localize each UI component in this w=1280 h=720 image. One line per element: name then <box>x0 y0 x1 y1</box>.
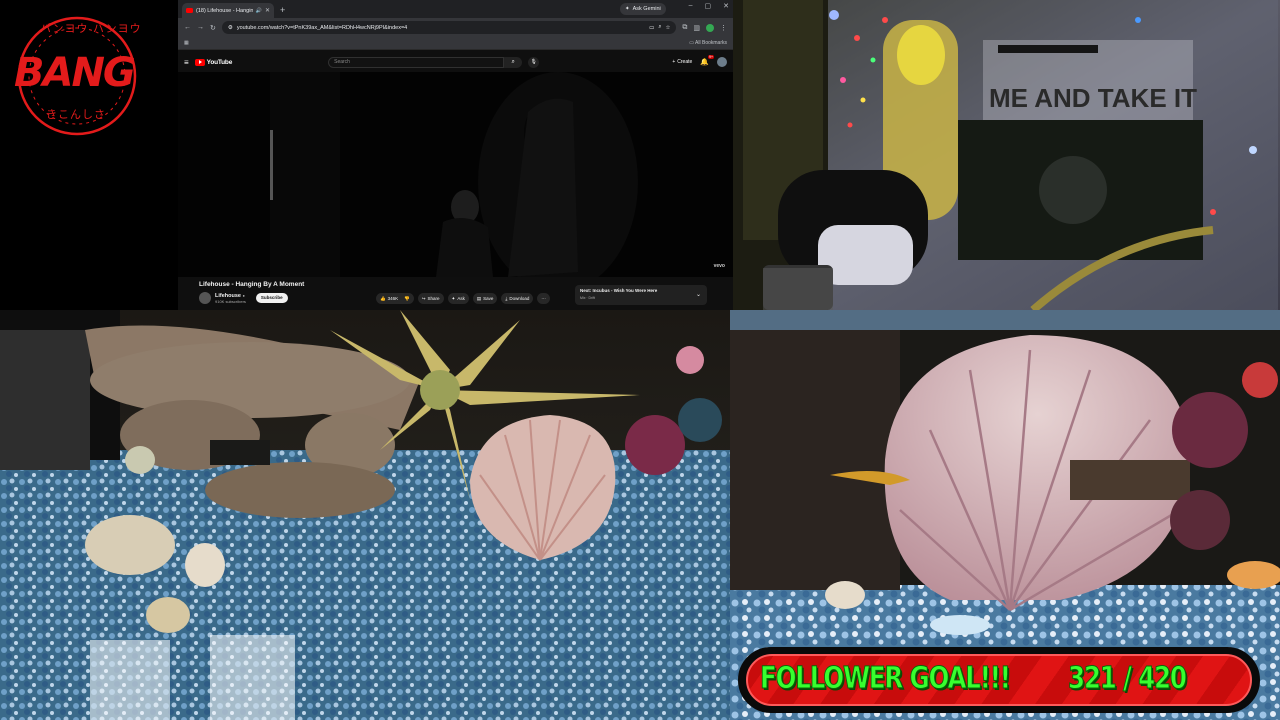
zoom-icon[interactable]: ⌕ <box>658 24 661 31</box>
more-actions-button[interactable]: ⋯ <box>537 293 550 304</box>
minimize-icon[interactable]: – <box>689 2 693 10</box>
like-button[interactable]: 👍 346K 👎 <box>376 293 414 304</box>
site-info-icon[interactable]: ⚙ <box>228 25 233 31</box>
sparkle-icon: ✦ <box>451 295 456 301</box>
url-text[interactable]: youtube.com/watch?v=tPnK39ax_AM&list=RDh… <box>237 25 645 31</box>
address-bar[interactable]: ⚙ youtube.com/watch?v=tPnK39ax_AM&list=R… <box>221 21 677 34</box>
vevo-watermark: vevo <box>713 263 725 269</box>
bell-icon: 🔔 <box>700 59 709 66</box>
create-button[interactable]: + Create <box>672 59 692 65</box>
like-count: 346K <box>387 296 399 301</box>
save-button[interactable]: ▤ Save <box>472 293 498 304</box>
close-tab-icon[interactable]: ✕ <box>265 7 270 14</box>
maximize-icon[interactable]: ▢ <box>705 2 712 10</box>
channel-avatar[interactable] <box>199 292 211 304</box>
close-window-icon[interactable]: ✕ <box>723 2 729 10</box>
goal-label: FOLLOWER GOAL!!! <box>760 661 1012 697</box>
flag-banner-text: ME AND TAKE IT <box>989 83 1197 113</box>
next-up-card[interactable]: Next: Incubus - Wish You Were Here Mix ·… <box>575 285 707 305</box>
browser-toolbar: ← → ↻ ⚙ youtube.com/watch?v=tPnK39ax_AM&… <box>178 18 733 37</box>
avatar[interactable] <box>717 57 727 67</box>
bookmarks-bar: ▦ ▭ All Bookmarks <box>178 37 733 50</box>
folder-icon: ▭ <box>689 40 694 46</box>
next-up-title: Next: Incubus - Wish You Were Here <box>580 288 658 293</box>
apps-grid-icon[interactable]: ▦ <box>184 40 189 46</box>
video-actions: 👍 346K 👎 ↪ Share ✦ Ask ▤ Save ⤓ Download… <box>376 293 550 304</box>
menu-kebab-icon[interactable]: ⋮ <box>720 24 727 32</box>
chevron-down-icon[interactable]: ⌄ <box>696 291 701 298</box>
browser-window: (18) Lifehouse - Hanging B 🔊 ✕ + ✦ Ask G… <box>178 0 733 312</box>
youtube-search-input[interactable]: Search <box>328 56 505 68</box>
channel-logo: バンヨウ バンヨウ BANG きこんしさ <box>10 14 145 139</box>
next-up-subtitle: Mix · Drift <box>580 296 595 300</box>
create-label: Create <box>677 59 693 65</box>
thumbs-up-icon: 👍 <box>380 295 386 301</box>
ask-label: Ask <box>457 296 465 301</box>
verified-icon: ● <box>242 292 245 298</box>
youtube-favicon-icon <box>186 8 193 13</box>
room-scene: ME AND TAKE IT <box>733 0 1280 310</box>
microphone-icon[interactable]: 🎙 <box>528 56 540 68</box>
logo-ring-top: バンヨウ バンヨウ <box>40 22 142 35</box>
video-title: Lifehouse - Hanging By A Moment <box>199 281 305 288</box>
room-camera-feed: ME AND TAKE IT <box>733 0 1280 310</box>
video-player[interactable]: vevo <box>178 72 733 277</box>
youtube-play-icon <box>194 58 205 66</box>
aquarium-camera-left <box>0 310 730 720</box>
all-bookmarks-link[interactable]: ▭ All Bookmarks <box>689 40 727 46</box>
share-label: Share <box>427 296 440 301</box>
new-tab-button[interactable]: + <box>280 3 285 18</box>
notifications-button[interactable]: 🔔 9+ <box>700 55 714 66</box>
search-icon[interactable]: ⌕ <box>504 56 523 68</box>
download-label: Download <box>509 296 530 301</box>
forward-icon[interactable]: → <box>197 24 204 31</box>
tab-strip: (18) Lifehouse - Hanging B 🔊 ✕ + ✦ Ask G… <box>178 0 733 18</box>
youtube-logo[interactable]: YouTube <box>194 58 233 66</box>
subscriber-count: 910K subscribers <box>215 298 246 304</box>
channel-meta: Lifehouse ● 910K subscribers <box>215 293 246 304</box>
tab-title: (18) Lifehouse - Hanging B <box>196 7 253 14</box>
extensions-icon[interactable]: ⧉ <box>682 24 687 32</box>
channel-name-text: Lifehouse <box>215 292 241 299</box>
download-button[interactable]: ⤓ Download <box>501 293 534 304</box>
logo-ring-bottom: きこんしさ <box>46 108 106 121</box>
thumbs-down-icon[interactable]: 👎 <box>404 296 410 302</box>
download-icon: ⤓ <box>505 296 508 301</box>
more-icon: ⋯ <box>541 295 546 301</box>
share-icon: ↪ <box>421 295 426 301</box>
save-playlist-icon: ▤ <box>476 295 482 301</box>
youtube-header: ≡ YouTube Search ⌕ 🎙 + Create 🔔 9+ <box>178 51 733 73</box>
save-label: Save <box>483 296 494 301</box>
goal-count: 321 / 420 <box>1068 661 1188 697</box>
aquarium-left-scene <box>0 310 730 720</box>
video-frame <box>270 72 638 277</box>
cast-icon[interactable]: ▭ <box>649 25 654 31</box>
all-bookmarks-label: All Bookmarks <box>695 40 727 46</box>
share-button[interactable]: ↪ Share <box>417 293 444 304</box>
reload-icon[interactable]: ↻ <box>210 24 216 32</box>
logo-text: BANG <box>14 50 136 96</box>
plus-icon: + <box>672 59 676 65</box>
gemini-sparkle-icon: ✦ <box>625 6 630 12</box>
channel-name[interactable]: Lifehouse ● <box>215 293 246 299</box>
ask-gemini-button[interactable]: ✦ Ask Gemini <box>620 3 666 15</box>
window-controls: – ▢ ✕ <box>689 2 729 10</box>
hamburger-menu-icon[interactable]: ≡ <box>184 58 189 67</box>
subscribe-button[interactable]: Subscribe <box>255 293 288 303</box>
speaker-icon: 🔊 <box>255 7 262 14</box>
ask-button[interactable]: ✦ Ask <box>447 293 469 304</box>
back-icon[interactable]: ← <box>184 24 191 31</box>
ask-gemini-label: Ask Gemini <box>632 6 661 12</box>
sidepanel-icon[interactable]: ▥ <box>693 24 700 32</box>
youtube-header-right: + Create 🔔 9+ <box>672 55 727 67</box>
tab-youtube[interactable]: (18) Lifehouse - Hanging B 🔊 ✕ <box>182 3 274 18</box>
channel-info: Lifehouse ● 910K subscribers Subscribe <box>199 292 288 304</box>
profile-icon[interactable] <box>706 23 714 32</box>
bookmark-star-icon[interactable]: ☆ <box>665 25 670 31</box>
follower-goal-widget: FOLLOWER GOAL!!! 321 / 420 <box>738 647 1260 713</box>
youtube-logo-text: YouTube <box>206 58 233 66</box>
notification-badge: 9+ <box>708 55 714 59</box>
